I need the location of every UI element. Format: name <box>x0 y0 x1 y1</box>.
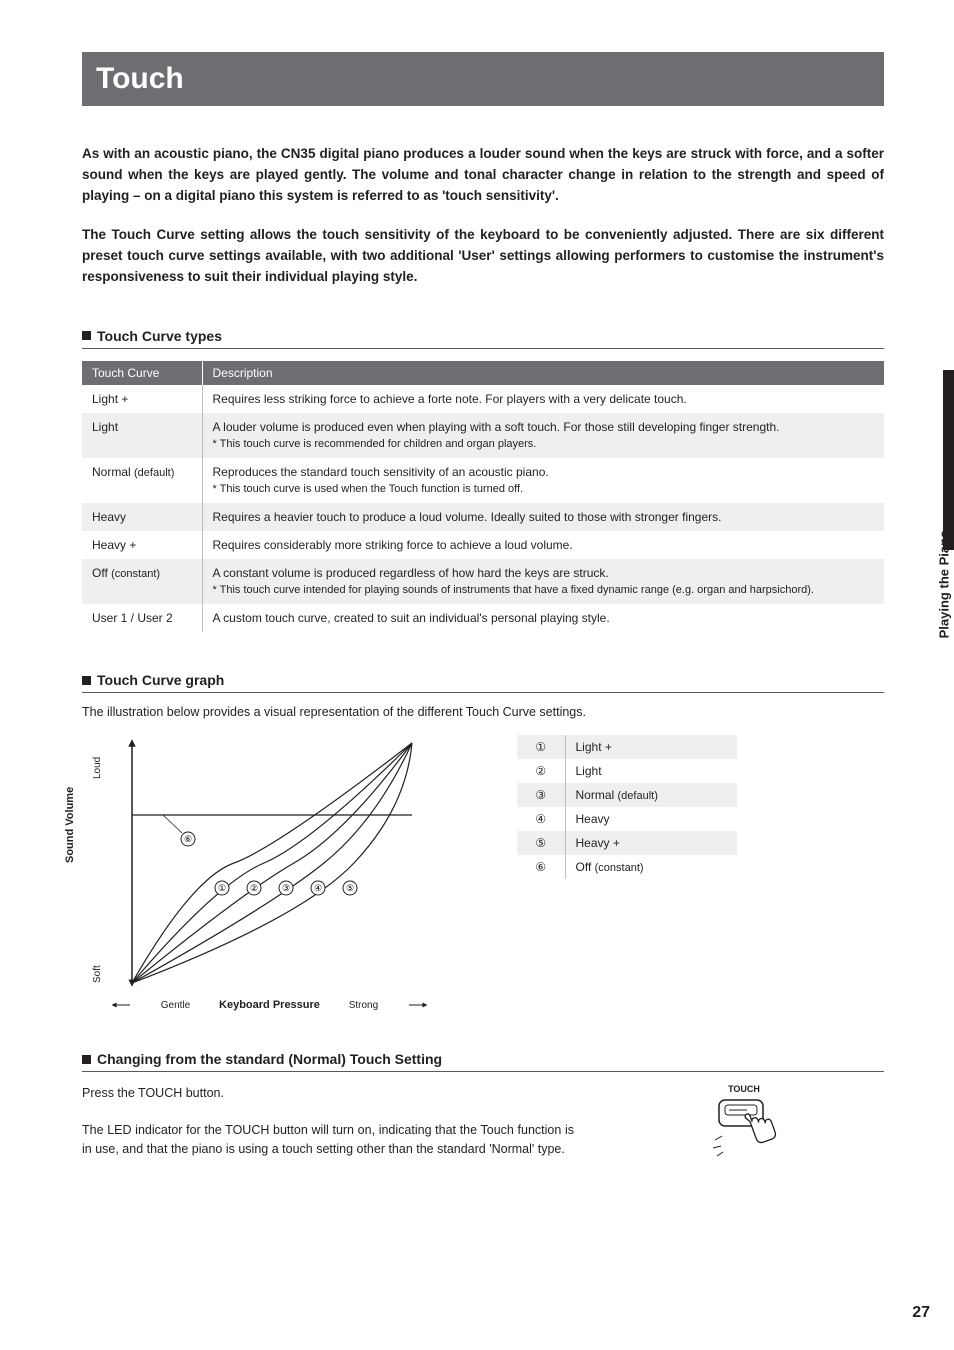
svg-text:⑤: ⑤ <box>346 883 354 893</box>
change-text: Press the TOUCH button. The LED indicato… <box>82 1084 574 1176</box>
svg-text:①: ① <box>218 883 226 893</box>
legend-label: Light <box>565 759 737 783</box>
x-axis-gentle: Gentle <box>161 1000 190 1011</box>
intro-paragraph-2: The Touch Curve setting allows the touch… <box>82 225 884 288</box>
legend-num: ④ <box>517 807 565 831</box>
legend-label: Heavy <box>565 807 737 831</box>
side-tab <box>943 370 954 550</box>
row-name: Heavy + <box>82 531 202 559</box>
page-title: Touch <box>82 52 884 106</box>
table-row: Normal (default) Reproduces the standard… <box>82 458 884 503</box>
change-p2: The LED indicator for the TOUCH button w… <box>82 1121 574 1159</box>
table-row: Heavy + Requires considerably more strik… <box>82 531 884 559</box>
row-name: Heavy <box>82 503 202 531</box>
y-axis-loud: Loud <box>92 757 103 779</box>
chart-svg: ① ② ③ ④ ⑤ ⑥ <box>112 733 422 995</box>
graph-description: The illustration below provides a visual… <box>82 705 884 719</box>
row-desc: A constant volume is produced regardless… <box>202 559 884 604</box>
row-desc: Requires a heavier touch to produce a lo… <box>202 503 884 531</box>
graph-legend: ①Light + ②Light ③Normal (default) ④Heavy… <box>517 735 737 879</box>
touch-curve-table: Touch Curve Description Light + Requires… <box>82 361 884 633</box>
legend-row: ④Heavy <box>517 807 737 831</box>
legend-num: ② <box>517 759 565 783</box>
section-heading-label: Touch Curve graph <box>97 672 224 688</box>
section-heading-label: Changing from the standard (Normal) Touc… <box>97 1051 442 1067</box>
section-heading-graph: Touch Curve graph <box>82 672 884 693</box>
row-desc: Requires less striking force to achieve … <box>202 385 884 413</box>
table-header-desc: Description <box>202 361 884 385</box>
legend-row: ⑤Heavy + <box>517 831 737 855</box>
legend-num: ⑥ <box>517 855 565 879</box>
svg-text:③: ③ <box>282 883 290 893</box>
change-p1: Press the TOUCH button. <box>82 1084 574 1103</box>
y-axis-title: Sound Volume <box>64 787 76 863</box>
legend-label: Heavy + <box>565 831 737 855</box>
press-button-icon <box>709 1096 779 1160</box>
square-bullet-icon <box>82 676 91 685</box>
square-bullet-icon <box>82 1055 91 1064</box>
section-heading-label: Touch Curve types <box>97 328 222 344</box>
side-section-label: Playing the Piano <box>936 530 951 638</box>
section-heading-types: Touch Curve types <box>82 328 884 349</box>
row-desc: A custom touch curve, created to suit an… <box>202 604 884 632</box>
intro-paragraph-1: As with an acoustic piano, the CN35 digi… <box>82 144 884 207</box>
legend-row: ⑥Off (constant) <box>517 855 737 879</box>
row-name: Off (constant) <box>82 559 202 604</box>
table-header-row: Touch Curve Description <box>82 361 884 385</box>
touch-curve-graph: Sound Volume Loud Soft <box>82 733 427 1011</box>
legend-label: Off (constant) <box>565 855 737 879</box>
row-desc: Requires considerably more striking forc… <box>202 531 884 559</box>
legend-num: ③ <box>517 783 565 807</box>
y-axis-soft: Soft <box>92 966 103 984</box>
table-row: Light + Requires less striking force to … <box>82 385 884 413</box>
legend-row: ①Light + <box>517 735 737 759</box>
svg-text:②: ② <box>250 883 258 893</box>
legend-row: ②Light <box>517 759 737 783</box>
x-axis-strong: Strong <box>349 1000 378 1011</box>
x-axis-title: Keyboard Pressure <box>219 999 320 1011</box>
section-heading-change: Changing from the standard (Normal) Touc… <box>82 1051 884 1072</box>
row-name: Normal (default) <box>82 458 202 503</box>
legend-row: ③Normal (default) <box>517 783 737 807</box>
square-bullet-icon <box>82 331 91 340</box>
touch-button-label: TOUCH <box>604 1084 884 1094</box>
legend-label: Light + <box>565 735 737 759</box>
row-name: User 1 / User 2 <box>82 604 202 632</box>
table-row: Off (constant) A constant volume is prod… <box>82 559 884 604</box>
table-row: Heavy Requires a heavier touch to produc… <box>82 503 884 531</box>
legend-num: ① <box>517 735 565 759</box>
page-number: 27 <box>912 1304 930 1322</box>
svg-text:④: ④ <box>314 883 322 893</box>
row-desc: Reproduces the standard touch sensitivit… <box>202 458 884 503</box>
row-name: Light + <box>82 385 202 413</box>
table-header-name: Touch Curve <box>82 361 202 385</box>
table-row: User 1 / User 2 A custom touch curve, cr… <box>82 604 884 632</box>
row-name: Light <box>82 413 202 458</box>
svg-text:⑥: ⑥ <box>184 834 192 844</box>
touch-button-illustration: TOUCH <box>604 1084 884 1176</box>
legend-label: Normal (default) <box>565 783 737 807</box>
table-row: Light A louder volume is produced even w… <box>82 413 884 458</box>
row-desc: A louder volume is produced even when pl… <box>202 413 884 458</box>
legend-num: ⑤ <box>517 831 565 855</box>
